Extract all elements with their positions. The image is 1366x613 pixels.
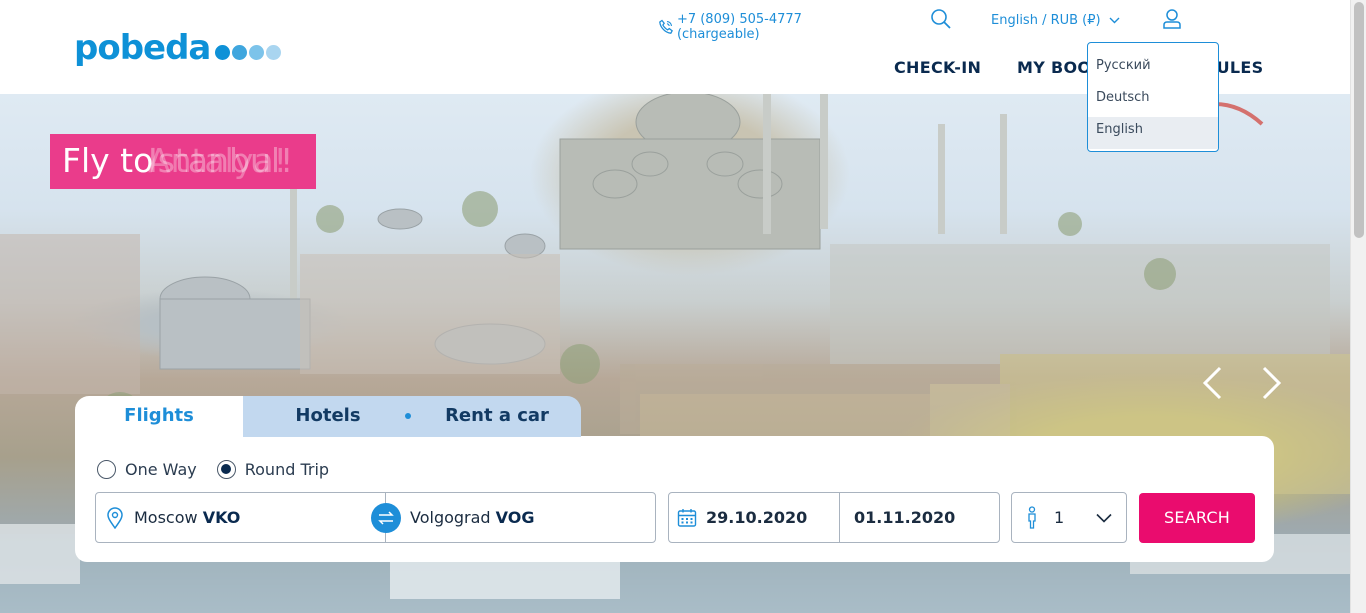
phone-number: +7 (809) 505-4777 (chargeable) (676, 12, 802, 42)
carousel-prev-arrow-icon[interactable] (1202, 366, 1222, 404)
promo-banner[interactable]: Fly to Antalya! Istanbul! (50, 134, 316, 189)
language-dropdown: Русский Deutsch English (1087, 42, 1219, 152)
promo-city: Istanbul! (148, 141, 294, 180)
return-date: 01.11.2020 (854, 508, 956, 527)
radio-circle-checked (216, 460, 236, 479)
phone-icon (659, 19, 673, 34)
nav-checkin[interactable]: CHECK-IN (894, 58, 981, 77)
phone-link[interactable]: +7 (809) 505-4777 (chargeable) (658, 12, 888, 42)
page-scrollbar[interactable] (1350, 0, 1366, 613)
language-currency-label: English / RUB (₽) (991, 13, 1101, 28)
radio-one-way-label: One Way (125, 460, 197, 479)
destination-field[interactable]: Volgograd VOG (385, 492, 656, 543)
radio-round-trip-label: Round Trip (244, 460, 330, 479)
tab-group-secondary: Hotels Rent a car (243, 396, 581, 437)
swap-arrows-icon (378, 511, 394, 525)
passenger-icon (1028, 505, 1036, 529)
language-currency-selector[interactable]: English / RUB (₽) (991, 13, 1120, 28)
language-option-german[interactable]: Deutsch (1088, 85, 1218, 117)
logo-dots (213, 44, 282, 60)
language-option-english[interactable]: English (1088, 117, 1218, 149)
tab-flights[interactable]: Flights (75, 396, 243, 437)
origin-city: Moscow (134, 508, 198, 527)
tab-rent-a-car[interactable]: Rent a car (413, 396, 581, 437)
pobeda-logo[interactable]: pobeda (74, 28, 282, 68)
destination-code: VOG (495, 508, 535, 527)
flight-search-form: One Way Round Trip Moscow VKO Volgograd … (75, 436, 1274, 562)
carousel-next-arrow-icon[interactable] (1262, 366, 1282, 404)
depart-date-field[interactable]: 29.10.2020 (668, 492, 840, 543)
calendar-icon (677, 508, 697, 527)
passenger-count: 1 (1054, 508, 1065, 527)
return-date-field[interactable]: 01.11.2020 (839, 492, 1000, 543)
depart-date: 29.10.2020 (706, 508, 808, 527)
tab-divider-dot (405, 413, 411, 419)
trip-type-selector: One Way Round Trip (97, 460, 349, 479)
radio-round-trip[interactable]: Round Trip (216, 460, 330, 479)
logo-text: pobeda (74, 28, 211, 68)
location-pin-icon (107, 506, 123, 529)
swap-direction-button[interactable] (371, 503, 401, 533)
chevron-down-icon (1109, 17, 1120, 24)
passengers-selector[interactable]: 1 (1011, 492, 1127, 543)
scrollbar-thumb[interactable] (1354, 2, 1364, 238)
booking-tabs: Flights Hotels Rent a car (75, 396, 581, 437)
chevron-down-icon (1096, 513, 1112, 523)
user-account-icon[interactable] (1162, 8, 1182, 34)
origin-code: VKO (202, 508, 241, 527)
language-option-russian[interactable]: Русский (1088, 53, 1218, 85)
radio-circle (97, 460, 116, 479)
search-button[interactable]: SEARCH (1139, 493, 1255, 543)
origin-field[interactable]: Moscow VKO (95, 492, 386, 543)
radio-one-way[interactable]: One Way (97, 460, 197, 479)
destination-city: Volgograd (410, 508, 491, 527)
tab-hotels[interactable]: Hotels (243, 396, 413, 437)
promo-prefix: Fly to (62, 141, 154, 180)
search-icon[interactable] (930, 8, 952, 34)
